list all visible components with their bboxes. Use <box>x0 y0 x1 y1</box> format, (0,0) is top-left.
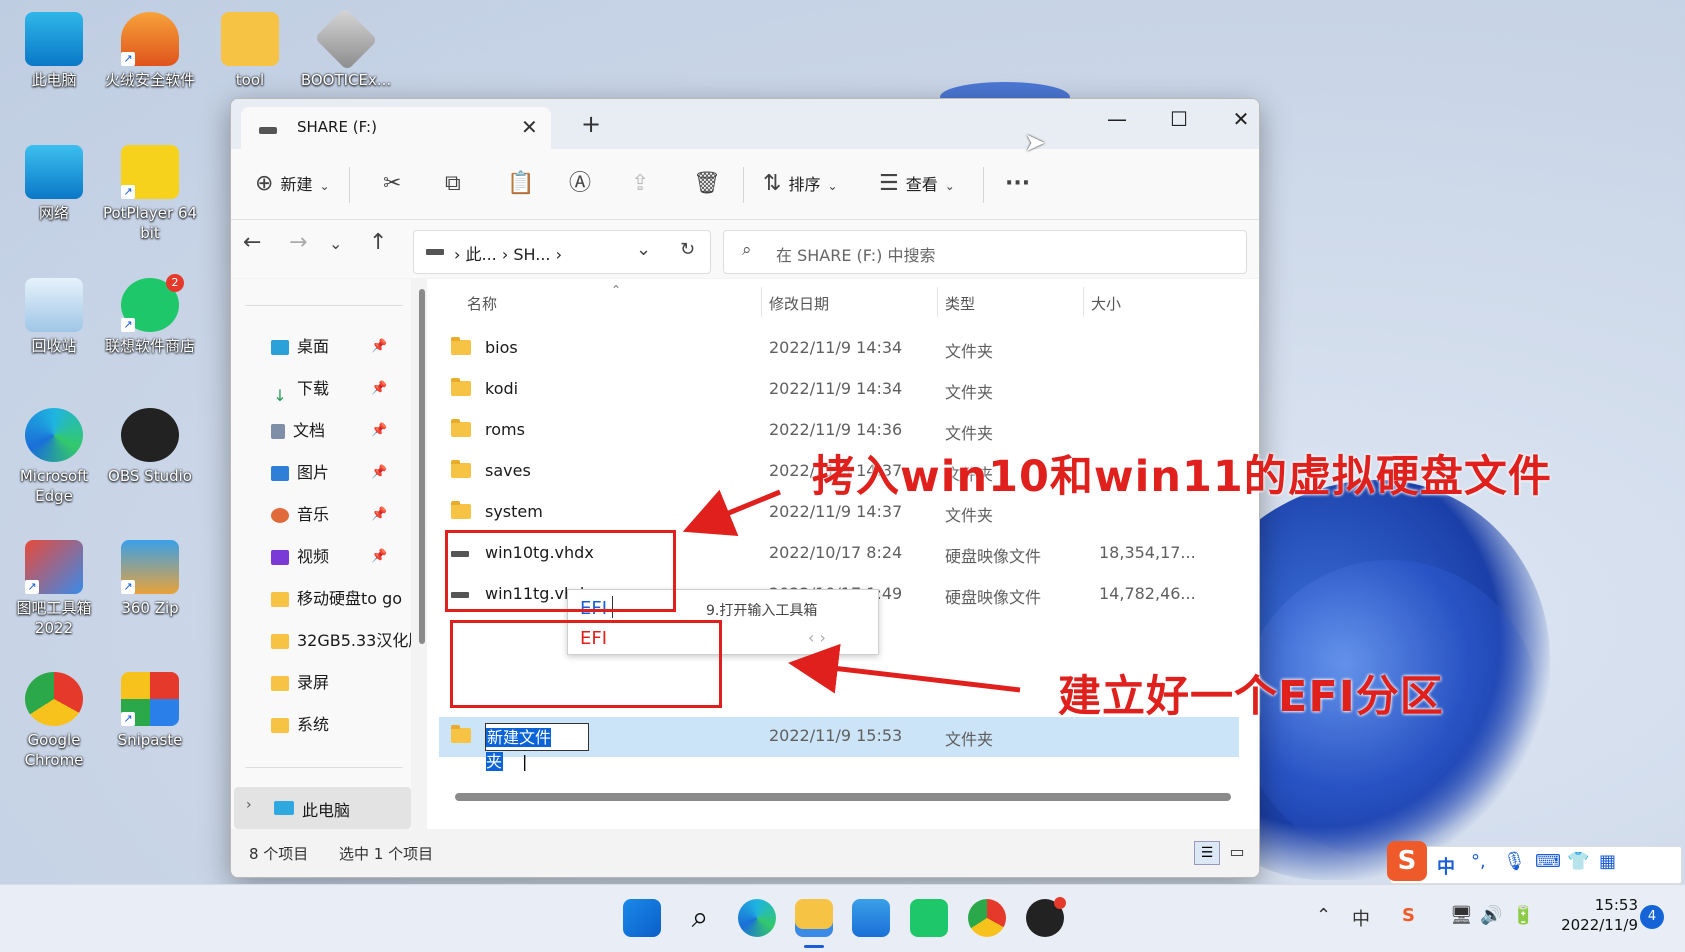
wechat-icon[interactable] <box>910 899 948 937</box>
toolbox-grid-icon[interactable]: ▦ <box>1599 851 1616 872</box>
taskbar: ⌕ ⌃ 中 S 🖥 🔊 🔋 15:53 2022/11/9 4 <box>0 884 1685 952</box>
annotation-copy-vhdx: 拷入win10和win11的虚拟硬盘文件 <box>812 452 1552 502</box>
punctuation-icon[interactable]: °, <box>1471 851 1486 872</box>
edge-icon[interactable] <box>738 899 776 937</box>
show-hidden-icons-chevron-icon[interactable]: ⌃ <box>1316 905 1331 926</box>
file-explorer-icon[interactable] <box>795 899 833 937</box>
microphone-icon[interactable]: 🎙 <box>1503 851 1526 872</box>
clock[interactable]: 15:53 2022/11/9 <box>1548 895 1638 935</box>
keyboard-icon[interactable]: ⌨ <box>1535 851 1561 872</box>
active-app-indicator <box>804 945 824 948</box>
mail-icon[interactable] <box>852 899 890 937</box>
sogou-tray-icon[interactable]: S <box>1402 905 1415 926</box>
arrow-to-vhdx <box>682 489 781 536</box>
ime-indicator[interactable]: 中 <box>1352 905 1370 931</box>
network-icon[interactable]: 🖥 <box>1450 905 1473 926</box>
chrome-icon[interactable] <box>968 899 1006 937</box>
notification-count-badge[interactable]: 4 <box>1640 905 1664 929</box>
start-windows-icon[interactable] <box>623 899 661 937</box>
clock-date: 2022/11/9 <box>1561 916 1638 934</box>
annotation-efi-partition: 建立好一个EFI分区 <box>1058 672 1444 722</box>
volume-icon[interactable]: 🔊 <box>1480 905 1502 926</box>
battery-icon[interactable]: 🔋 <box>1512 905 1534 926</box>
recording-indicator <box>1054 897 1066 909</box>
skin-shirt-icon[interactable]: 👕 <box>1567 851 1589 872</box>
ime-mode-chinese[interactable]: 中 <box>1437 853 1455 879</box>
sogou-logo-icon[interactable]: S <box>1387 841 1427 881</box>
arrow-to-efi <box>788 643 1021 694</box>
clock-time: 15:53 <box>1594 896 1638 914</box>
ime-toolbar: S 中 °, 🎙 ⌨ 👕 ▦ <box>1387 841 1682 884</box>
search-icon[interactable]: ⌕ <box>681 899 719 937</box>
